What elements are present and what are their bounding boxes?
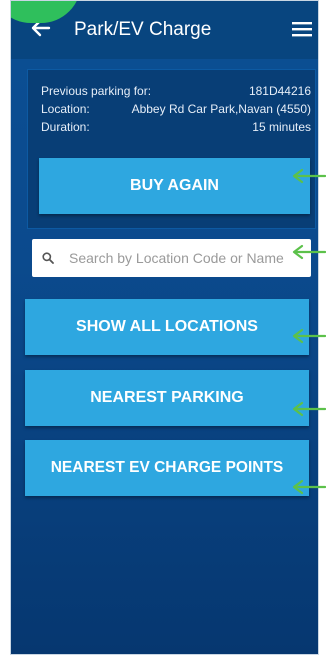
show-all-locations-button[interactable]: SHOW ALL LOCATIONS — [25, 299, 309, 355]
nearest-parking-button[interactable]: NEAREST PARKING — [25, 370, 309, 426]
nearest-ev-charge-points-button[interactable]: NEAREST EV CHARGE POINTS — [25, 440, 309, 496]
annotation-arrow-icon — [292, 401, 326, 417]
annotation-arrow-icon — [292, 168, 326, 184]
location-label: Location: — [41, 102, 90, 116]
duration-value: 15 minutes — [252, 120, 311, 134]
duration-row: Duration: 15 minutes — [41, 120, 311, 134]
search-box[interactable] — [32, 239, 311, 277]
previous-parking-label: Previous parking for: — [41, 84, 152, 98]
location-row: Location: Abbey Rd Car Park,Navan (4550) — [41, 102, 311, 116]
location-value: Abbey Rd Car Park,Navan (4550) — [131, 102, 311, 116]
screenshot-frame: Park/EV Charge Previous parking for: 181… — [0, 0, 326, 657]
previous-parking-panel: Previous parking for: 181D44216 Location… — [27, 69, 316, 229]
app-screen: Park/EV Charge Previous parking for: 181… — [10, 0, 319, 655]
previous-parking-row: Previous parking for: 181D44216 — [41, 84, 311, 98]
annotation-arrow-icon — [292, 244, 326, 260]
annotation-arrow-icon — [292, 479, 326, 495]
page-title: Park/EV Charge — [74, 19, 212, 40]
search-input[interactable] — [69, 239, 309, 277]
hamburger-menu-icon[interactable] — [292, 21, 312, 37]
annotation-arrow-icon — [292, 328, 326, 344]
plate-number: 181D44216 — [248, 84, 311, 98]
search-icon — [42, 252, 54, 264]
duration-label: Duration: — [41, 120, 90, 134]
buy-again-button[interactable]: BUY AGAIN — [39, 158, 310, 214]
